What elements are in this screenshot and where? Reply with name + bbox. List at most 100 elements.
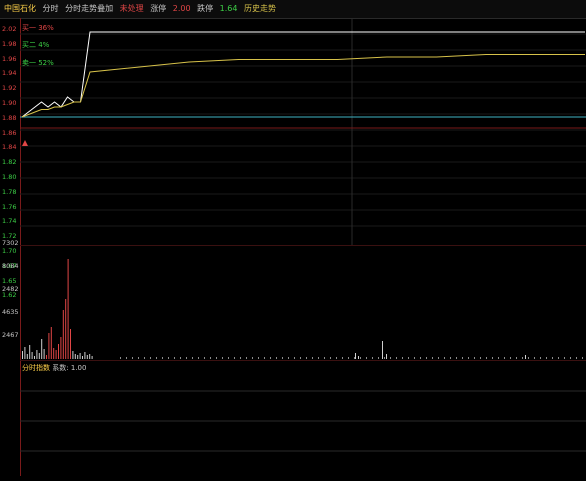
indicator-label: 系数: xyxy=(52,364,69,372)
y-axis-label: 1.82 xyxy=(2,158,17,167)
volume-bar xyxy=(462,357,463,359)
volume-bar xyxy=(300,357,301,359)
volume-bar xyxy=(426,357,427,359)
volume-bar xyxy=(270,357,271,359)
price-chart[interactable]: 买一 36% 买二 4% 卖一 52% xyxy=(20,18,586,245)
volume-chart[interactable] xyxy=(20,245,586,361)
volume-bar xyxy=(468,357,469,359)
y-axis-label: 1.88 xyxy=(2,113,17,122)
volume-bar xyxy=(546,357,547,359)
volume-bar xyxy=(558,357,559,359)
volume-bar xyxy=(552,357,553,359)
volume-bar xyxy=(67,259,69,359)
desc-label: 分时走势叠加 xyxy=(65,4,114,13)
volume-bar xyxy=(360,357,361,359)
volume-bar xyxy=(82,356,83,359)
volume-bar xyxy=(276,357,277,359)
volume-bar xyxy=(264,357,265,359)
volume-bar xyxy=(72,351,74,359)
volume-bar xyxy=(22,351,23,359)
indicator-svg xyxy=(20,390,586,452)
limit-down-label: 跌停 xyxy=(197,4,214,13)
volume-bar xyxy=(228,357,229,359)
limit-down-value: 1.64 xyxy=(219,4,238,13)
volume-axis-label: 2467 xyxy=(2,331,19,339)
volume-bar xyxy=(89,354,91,359)
volume-bar xyxy=(79,353,81,359)
y-axis-label: 1.90 xyxy=(2,99,17,107)
volume-bar xyxy=(34,356,35,359)
volume-bar xyxy=(74,354,76,359)
sell-ratio-tag: 卖一 52% xyxy=(22,59,54,67)
volume-bar xyxy=(474,357,475,359)
volume-bar xyxy=(120,357,121,359)
volume-chart-svg xyxy=(22,259,583,359)
volume-bar xyxy=(420,357,421,359)
volume-bar xyxy=(510,357,511,359)
y-axis-label: 1.65 xyxy=(2,276,17,285)
volume-bar xyxy=(414,357,415,359)
volume-bar xyxy=(382,341,383,359)
mode-label[interactable]: 分时 xyxy=(43,4,59,13)
volume-bar xyxy=(294,357,295,359)
y-axis-label: 1.96 xyxy=(2,54,17,63)
volume-bar xyxy=(60,337,62,359)
price-chart-svg xyxy=(20,18,586,245)
volume-bar xyxy=(46,355,47,359)
volume-bar xyxy=(450,357,451,359)
volume-bar xyxy=(564,357,565,359)
volume-bar xyxy=(438,357,439,359)
volume-bar xyxy=(252,357,253,359)
volume-bar xyxy=(402,357,403,359)
volume-bar xyxy=(390,357,391,359)
volume-bar xyxy=(498,357,499,359)
volume-bar xyxy=(504,357,505,359)
volume-axis-label: 4635 xyxy=(2,308,19,316)
volume-bar xyxy=(282,357,283,359)
volume-bar xyxy=(29,345,31,359)
volume-bar xyxy=(525,355,526,359)
volume-bar xyxy=(492,357,493,359)
volume-bar xyxy=(480,357,481,359)
extra-label: 历史走势 xyxy=(244,4,276,13)
status-label: 未处理 xyxy=(119,4,144,13)
volume-bar xyxy=(186,357,187,359)
volume-bar xyxy=(86,355,88,359)
volume-bar xyxy=(246,357,247,359)
y-axis-label: 2.02 xyxy=(2,25,17,33)
volume-bar xyxy=(26,354,28,359)
volume-bar xyxy=(126,357,127,359)
volume-bar xyxy=(91,356,93,359)
volume-bar xyxy=(216,357,217,359)
mid-ratio-tag: 买二 4% xyxy=(22,41,50,49)
y-axis-label: 1.76 xyxy=(2,202,17,211)
indicator-panel[interactable]: 分时指数 系数: 1.00 xyxy=(20,360,586,477)
limit-up-label: 涨停 xyxy=(150,4,167,13)
volume-bar xyxy=(355,353,356,359)
volume-bar xyxy=(24,347,26,359)
volume-bar xyxy=(354,357,355,359)
volume-bar xyxy=(522,357,523,359)
y-axis-label: 1.94 xyxy=(2,69,17,78)
volume-bar xyxy=(312,357,313,359)
volume-bar xyxy=(62,310,64,359)
volume-bar xyxy=(366,357,367,359)
volume-bar xyxy=(288,357,289,359)
volume-bar xyxy=(55,350,57,359)
volume-bar xyxy=(84,352,86,359)
volume-bar xyxy=(582,357,583,359)
volume-bar xyxy=(48,333,50,359)
volume-bar xyxy=(318,357,319,359)
y-axis-label: 1.70 xyxy=(2,247,17,255)
stock-title[interactable]: 中国石化 xyxy=(4,4,36,13)
volume-bar xyxy=(330,357,331,359)
volume-bar xyxy=(486,357,487,359)
volume-bar xyxy=(36,350,38,359)
volume-bar xyxy=(534,357,535,359)
volume-bar xyxy=(204,357,205,359)
volume-bar xyxy=(222,357,223,359)
volume-bar xyxy=(444,357,445,359)
volume-bar xyxy=(144,357,145,359)
buy-ratio-tag: 买一 36% xyxy=(22,24,54,32)
volume-bar xyxy=(258,357,259,359)
